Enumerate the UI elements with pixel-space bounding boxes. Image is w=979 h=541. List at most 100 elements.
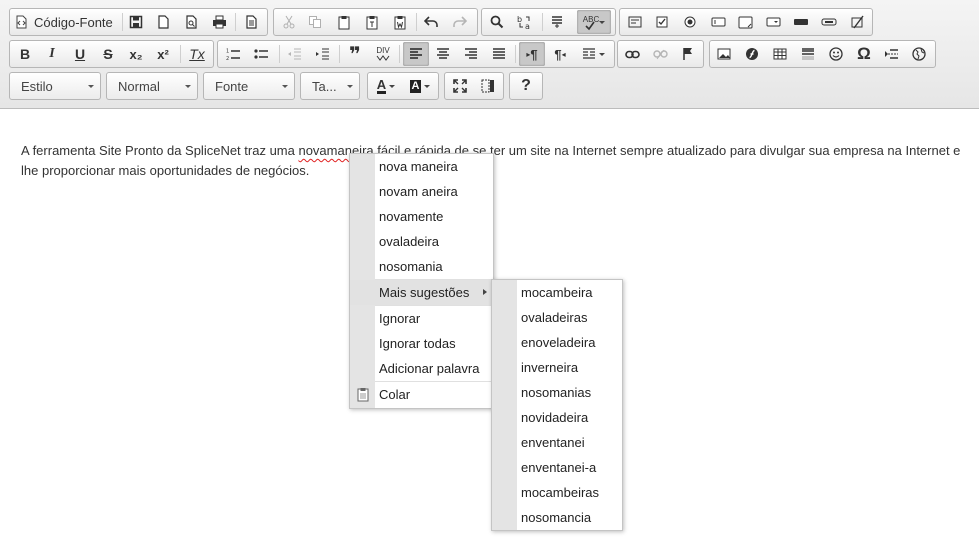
submenu-suggestion-item[interactable]: ovaladeiras (492, 305, 622, 330)
style-combo[interactable]: Estilo (9, 72, 101, 100)
select-all-button[interactable] (546, 9, 568, 35)
unlink-button[interactable] (649, 41, 671, 67)
indent-button[interactable] (311, 41, 333, 67)
undo-button[interactable] (420, 9, 442, 35)
bold-button[interactable]: B (14, 41, 36, 67)
superscript-button[interactable]: x² (152, 41, 174, 67)
redo-icon (452, 16, 467, 27)
text-direction-ltr-button[interactable]: ▸ ¶ (519, 42, 545, 66)
spellcheck-button[interactable]: ABC (577, 10, 611, 34)
anchor-button[interactable] (677, 41, 699, 67)
special-char-button[interactable]: Ω (853, 41, 875, 67)
link-button[interactable] (621, 41, 643, 67)
italic-button[interactable]: I (41, 41, 63, 67)
preview-button[interactable] (180, 9, 202, 35)
find-button[interactable] (486, 9, 508, 35)
underline-button[interactable]: U (69, 41, 91, 67)
text-color-button[interactable]: A (371, 73, 401, 99)
paste-text-button[interactable] (361, 9, 383, 35)
image-button-button[interactable] (818, 9, 840, 35)
textarea-button[interactable] (734, 9, 756, 35)
table-button[interactable] (769, 41, 791, 67)
suggestion-item[interactable]: novamente (350, 204, 493, 229)
numbered-list-button[interactable]: 12 (222, 41, 244, 67)
format-combo[interactable]: Normal (106, 72, 198, 100)
source-button[interactable]: Código-Fonte (14, 9, 120, 35)
bg-color-button[interactable]: A (405, 73, 435, 99)
paste-word-button[interactable] (389, 9, 411, 35)
cut-button[interactable] (278, 9, 300, 35)
replace-icon: ba (517, 15, 530, 30)
help-button[interactable]: ? (513, 73, 539, 99)
text-direction-rtl-button[interactable]: ¶ ◂ (549, 41, 571, 67)
svg-text:2: 2 (226, 56, 229, 61)
submenu-suggestion-item[interactable]: enventanei-a (492, 455, 622, 480)
horizontal-rule-button[interactable] (797, 41, 819, 67)
save-button[interactable] (125, 9, 147, 35)
print-button[interactable] (208, 9, 230, 35)
submenu-suggestion-item[interactable]: enoveladeira (492, 330, 622, 355)
copy-button[interactable] (304, 9, 326, 35)
align-left-button[interactable] (403, 42, 429, 66)
align-right-button[interactable] (460, 41, 482, 67)
maximize-button[interactable] (448, 73, 472, 99)
textfield-button[interactable] (707, 9, 729, 35)
table-icon (773, 48, 787, 60)
hidden-field-button[interactable] (846, 9, 868, 35)
paste-word-icon (394, 15, 406, 29)
subscript-button[interactable]: x₂ (125, 41, 147, 67)
remove-format-button[interactable]: Tx (186, 41, 208, 67)
page-break-button[interactable] (880, 41, 902, 67)
language-button[interactable] (577, 41, 609, 67)
radio-button[interactable] (679, 9, 701, 35)
outdent-button[interactable] (283, 41, 305, 67)
submenu-suggestion-item[interactable]: mocambeira (492, 280, 622, 305)
align-justify-icon (493, 48, 505, 59)
create-div-button[interactable]: DIV (372, 41, 394, 67)
editor-text-before: A ferramenta Site Pronto da SpliceNet tr… (21, 143, 299, 158)
align-center-button[interactable] (432, 41, 454, 67)
strike-button[interactable]: S (97, 41, 119, 67)
size-combo-arrow (347, 85, 353, 88)
font-combo[interactable]: Fonte (203, 72, 295, 100)
image-button[interactable] (713, 41, 735, 67)
language-icon (582, 47, 595, 59)
spellcheck-icon: ABC (582, 14, 600, 24)
paste-item[interactable]: Colar (350, 382, 493, 407)
svg-text:a: a (525, 22, 530, 30)
suggestion-item[interactable]: novam aneira (350, 179, 493, 204)
submenu-suggestion-item[interactable]: nosomancia (492, 505, 622, 530)
checkbox-button[interactable] (651, 9, 673, 35)
suggestion-item[interactable]: nosomania (350, 254, 493, 279)
print-icon (212, 15, 226, 29)
redo-button[interactable] (448, 9, 470, 35)
replace-button[interactable]: ba (514, 9, 536, 35)
submenu-suggestion-item[interactable]: novidadeira (492, 405, 622, 430)
submenu-suggestion-item[interactable]: mocambeiras (492, 480, 622, 505)
suggestion-item[interactable]: ovaladeira (350, 229, 493, 254)
size-combo[interactable]: Ta... (300, 72, 360, 100)
ignore-item[interactable]: Ignorar (350, 306, 493, 331)
paste-button[interactable] (333, 9, 355, 35)
suggestion-item[interactable]: nova maneira (350, 154, 493, 179)
flash-button[interactable] (741, 41, 763, 67)
button-button[interactable] (790, 9, 812, 35)
ignore-all-item[interactable]: Ignorar todas (350, 331, 493, 356)
select-button[interactable] (762, 9, 784, 35)
more-suggestions-item[interactable]: Mais sugestões (350, 280, 493, 305)
editor-toolbar: Código-Fonte b a ABC B I U S x₂ x² Tx 1 … (0, 0, 979, 109)
submenu-suggestion-item[interactable]: enventanei (492, 430, 622, 455)
smiley-button[interactable] (825, 41, 847, 67)
bulleted-list-button[interactable] (250, 41, 272, 67)
show-blocks-button[interactable] (476, 73, 500, 99)
submenu-suggestion-item[interactable]: inverneira (492, 355, 622, 380)
submenu-suggestion-item[interactable]: nosomanias (492, 380, 622, 405)
iframe-button[interactable] (908, 41, 930, 67)
align-justify-button[interactable] (488, 41, 510, 67)
new-page-button[interactable] (152, 9, 174, 35)
templates-button[interactable] (240, 9, 262, 35)
add-word-item[interactable]: Adicionar palavra (350, 356, 493, 381)
find-icon (490, 15, 504, 29)
blockquote-button[interactable]: ❞ (344, 41, 366, 67)
form-button[interactable] (624, 9, 646, 35)
